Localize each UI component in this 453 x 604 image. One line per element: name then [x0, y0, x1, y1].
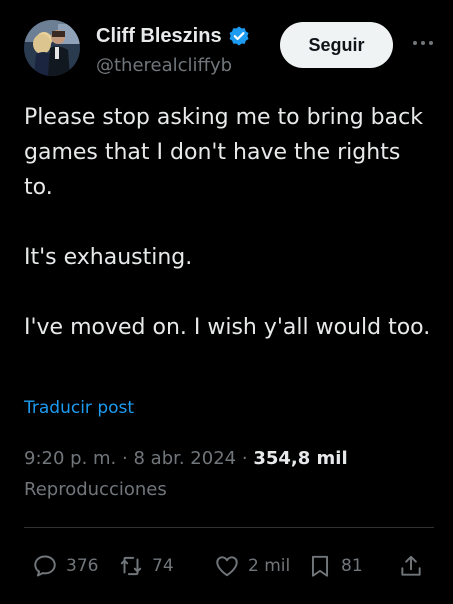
tweet-paragraph: I've moved on. I wish y'all would too. [24, 315, 431, 340]
bookmark-button[interactable]: 81 [307, 553, 363, 579]
divider [24, 527, 434, 528]
display-name[interactable]: Cliff Bleszins [96, 24, 222, 48]
avatar[interactable] [24, 20, 80, 76]
repost-button[interactable]: 74 [118, 553, 174, 579]
share-icon [398, 553, 424, 579]
bookmark-icon [307, 553, 333, 579]
user-handle[interactable]: @therealcliffyb [96, 55, 232, 77]
views-count: 354,8 mil [253, 448, 348, 469]
meta-separator: · [122, 448, 128, 469]
share-button[interactable] [398, 553, 424, 579]
reply-icon [32, 553, 58, 579]
more-dot [429, 41, 433, 45]
avatar-photo [24, 20, 80, 76]
post-time[interactable]: 9:20 p. m. [24, 448, 116, 469]
views-label: Reproducciones [24, 479, 167, 500]
tweet-text: Please stop asking me to bring back game… [24, 100, 434, 345]
reply-button[interactable]: 376 [32, 553, 98, 579]
verified-badge-icon[interactable] [228, 25, 250, 47]
like-count: 2 mil [248, 556, 291, 576]
tweet-paragraph: It's exhausting. [24, 245, 193, 270]
like-button[interactable]: 2 mil [214, 553, 290, 579]
tweet-paragraph: Please stop asking me to bring back game… [24, 105, 423, 200]
action-bar: 376 74 2 mil 81 [24, 545, 432, 585]
repost-count: 74 [152, 556, 174, 576]
tweet-meta: 9:20 p. m. · 8 abr. 2024 · 354,8 mil [24, 447, 348, 471]
reply-count: 376 [66, 556, 99, 576]
bookmark-count: 81 [341, 556, 363, 576]
meta-separator: · [241, 448, 248, 469]
translate-post-link[interactable]: Traducir post [24, 397, 134, 419]
repost-icon [118, 553, 144, 579]
more-horizontal-icon[interactable] [408, 30, 438, 56]
post-date[interactable]: 8 abr. 2024 [133, 448, 236, 469]
more-dot [413, 41, 417, 45]
follow-button[interactable]: Seguir [280, 22, 393, 68]
heart-icon [214, 553, 240, 579]
more-dot [421, 41, 425, 45]
